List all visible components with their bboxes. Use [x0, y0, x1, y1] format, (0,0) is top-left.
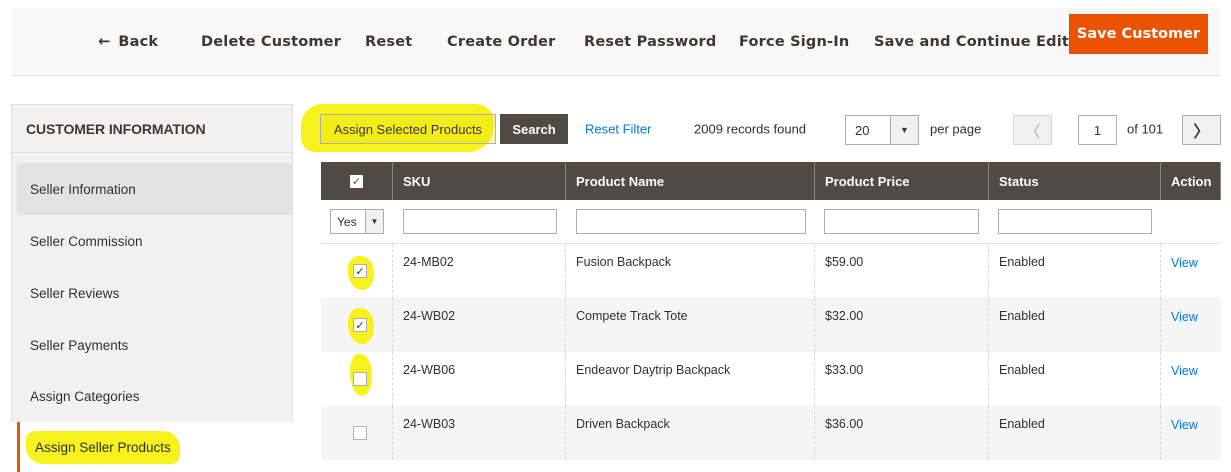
- per-page-value: 20: [855, 122, 870, 138]
- column-header-sku[interactable]: SKU: [393, 162, 566, 200]
- reset-button[interactable]: Reset: [365, 34, 412, 50]
- previous-page-button[interactable]: 〈: [1013, 115, 1052, 145]
- product-name-filter-input[interactable]: [576, 209, 806, 234]
- product-name-cell: Compete Track Tote: [566, 298, 815, 352]
- status-cell: Enabled: [989, 406, 1161, 460]
- checkmark-icon[interactable]: ✓: [350, 174, 363, 188]
- sidebar-item-seller-information[interactable]: Seller Information: [17, 163, 293, 215]
- status-cell: Enabled: [989, 298, 1161, 352]
- save-continue-button[interactable]: Save and Continue Edit: [874, 34, 1069, 50]
- sku-cell: 24-WB06: [393, 352, 566, 406]
- product-price-filter-input[interactable]: [824, 209, 979, 234]
- price-cell: $59.00: [815, 244, 989, 298]
- caret-down-icon: ▼: [365, 210, 383, 233]
- total-pages-label: of 101: [1127, 121, 1164, 137]
- next-page-button[interactable]: 〉: [1182, 115, 1221, 145]
- chevron-right-icon: 〉: [1193, 124, 1210, 141]
- sidebar-item-assign-seller-products[interactable]: Assign Seller Products: [17, 422, 293, 472]
- customer-info-sidebar: CUSTOMER INFORMATION Seller Information …: [11, 104, 293, 422]
- sidebar-item-seller-reviews[interactable]: Seller Reviews: [17, 267, 293, 319]
- sku-cell: 24-MB02: [393, 244, 566, 298]
- status-cell: Enabled: [989, 244, 1161, 298]
- price-cell: $36.00: [815, 406, 989, 460]
- product-name-cell: Fusion Backpack: [566, 244, 815, 298]
- row-checkbox[interactable]: ✓: [353, 318, 367, 332]
- checkmark-icon: ✓: [355, 265, 365, 278]
- row-select-cell: [321, 406, 393, 460]
- row-select-cell: ✓: [321, 298, 393, 352]
- back-label: Back: [118, 34, 159, 50]
- create-order-button[interactable]: Create Order: [447, 34, 555, 50]
- status-cell: Enabled: [989, 352, 1161, 406]
- column-header-action: Action: [1161, 162, 1221, 200]
- per-page-select[interactable]: 20 ▼: [845, 115, 919, 145]
- table-row: ✓ 24-WB02 Compete Track Tote $32.00 Enab…: [321, 298, 1221, 352]
- sidebar-item-assign-categories[interactable]: Assign Categories: [17, 370, 293, 422]
- table-row: 24-WB06 Endeavor Daytrip Backpack $33.00…: [321, 352, 1221, 406]
- sku-filter-input[interactable]: [403, 209, 557, 234]
- chevron-left-icon: 〈: [1024, 124, 1041, 141]
- sku-cell: 24-WB03: [393, 406, 566, 460]
- reset-filter-link[interactable]: Reset Filter: [585, 122, 651, 137]
- sidebar-item-seller-payments[interactable]: Seller Payments: [17, 319, 293, 371]
- in-products-filter-select[interactable]: Yes ▼: [330, 209, 384, 234]
- column-header-product-name[interactable]: Product Name: [566, 162, 815, 200]
- view-link[interactable]: View: [1161, 298, 1221, 352]
- force-signin-button[interactable]: Force Sign-In: [739, 34, 849, 50]
- row-checkbox[interactable]: [353, 372, 367, 386]
- per-page-label: per page: [930, 121, 982, 137]
- sidebar-item-seller-commission[interactable]: Seller Commission: [17, 215, 293, 267]
- product-name-cell: Endeavor Daytrip Backpack: [566, 352, 815, 406]
- sidebar-item-label: Assign Seller Products: [29, 433, 177, 461]
- checkmark-icon: ✓: [355, 319, 365, 332]
- price-cell: $32.00: [815, 298, 989, 352]
- view-link[interactable]: View: [1161, 244, 1221, 298]
- table-row: ✓ 24-MB02 Fusion Backpack $59.00 Enabled…: [321, 244, 1221, 298]
- arrow-left-icon: ←: [98, 34, 111, 50]
- status-filter-input[interactable]: [998, 209, 1152, 234]
- records-found-count: 2009 records found: [694, 121, 807, 137]
- row-select-cell: ✓: [321, 244, 393, 298]
- reset-password-button[interactable]: Reset Password: [584, 34, 716, 50]
- caret-down-icon: ▼: [890, 116, 918, 144]
- row-checkbox[interactable]: ✓: [353, 264, 367, 278]
- save-customer-button[interactable]: Save Customer: [1069, 14, 1208, 54]
- sku-cell: 24-WB02: [393, 298, 566, 352]
- table-row: 24-WB03 Driven Backpack $36.00 Enabled V…: [321, 406, 1221, 460]
- column-header-product-price[interactable]: Product Price: [815, 162, 989, 200]
- view-link[interactable]: View: [1161, 406, 1221, 460]
- page-actions-bar: ← Back Delete Customer Reset Create Order…: [11, 8, 1221, 76]
- back-button[interactable]: ← Back: [98, 34, 158, 50]
- row-select-cell: [321, 352, 393, 406]
- current-page-input[interactable]: 1: [1078, 115, 1117, 145]
- delete-customer-button[interactable]: Delete Customer: [201, 34, 341, 50]
- filter-select-value: Yes: [337, 214, 357, 229]
- product-name-cell: Driven Backpack: [566, 406, 815, 460]
- search-button[interactable]: Search: [500, 114, 568, 144]
- row-checkbox[interactable]: [353, 426, 367, 440]
- sidebar-title: CUSTOMER INFORMATION: [12, 105, 292, 153]
- select-all-header[interactable]: ✓: [321, 162, 393, 200]
- price-cell: $33.00: [815, 352, 989, 406]
- column-header-status[interactable]: Status: [989, 162, 1161, 200]
- filter-row: Yes ▼: [321, 200, 1221, 244]
- assign-selected-products-button[interactable]: Assign Selected Products: [320, 114, 496, 144]
- view-link[interactable]: View: [1161, 352, 1221, 406]
